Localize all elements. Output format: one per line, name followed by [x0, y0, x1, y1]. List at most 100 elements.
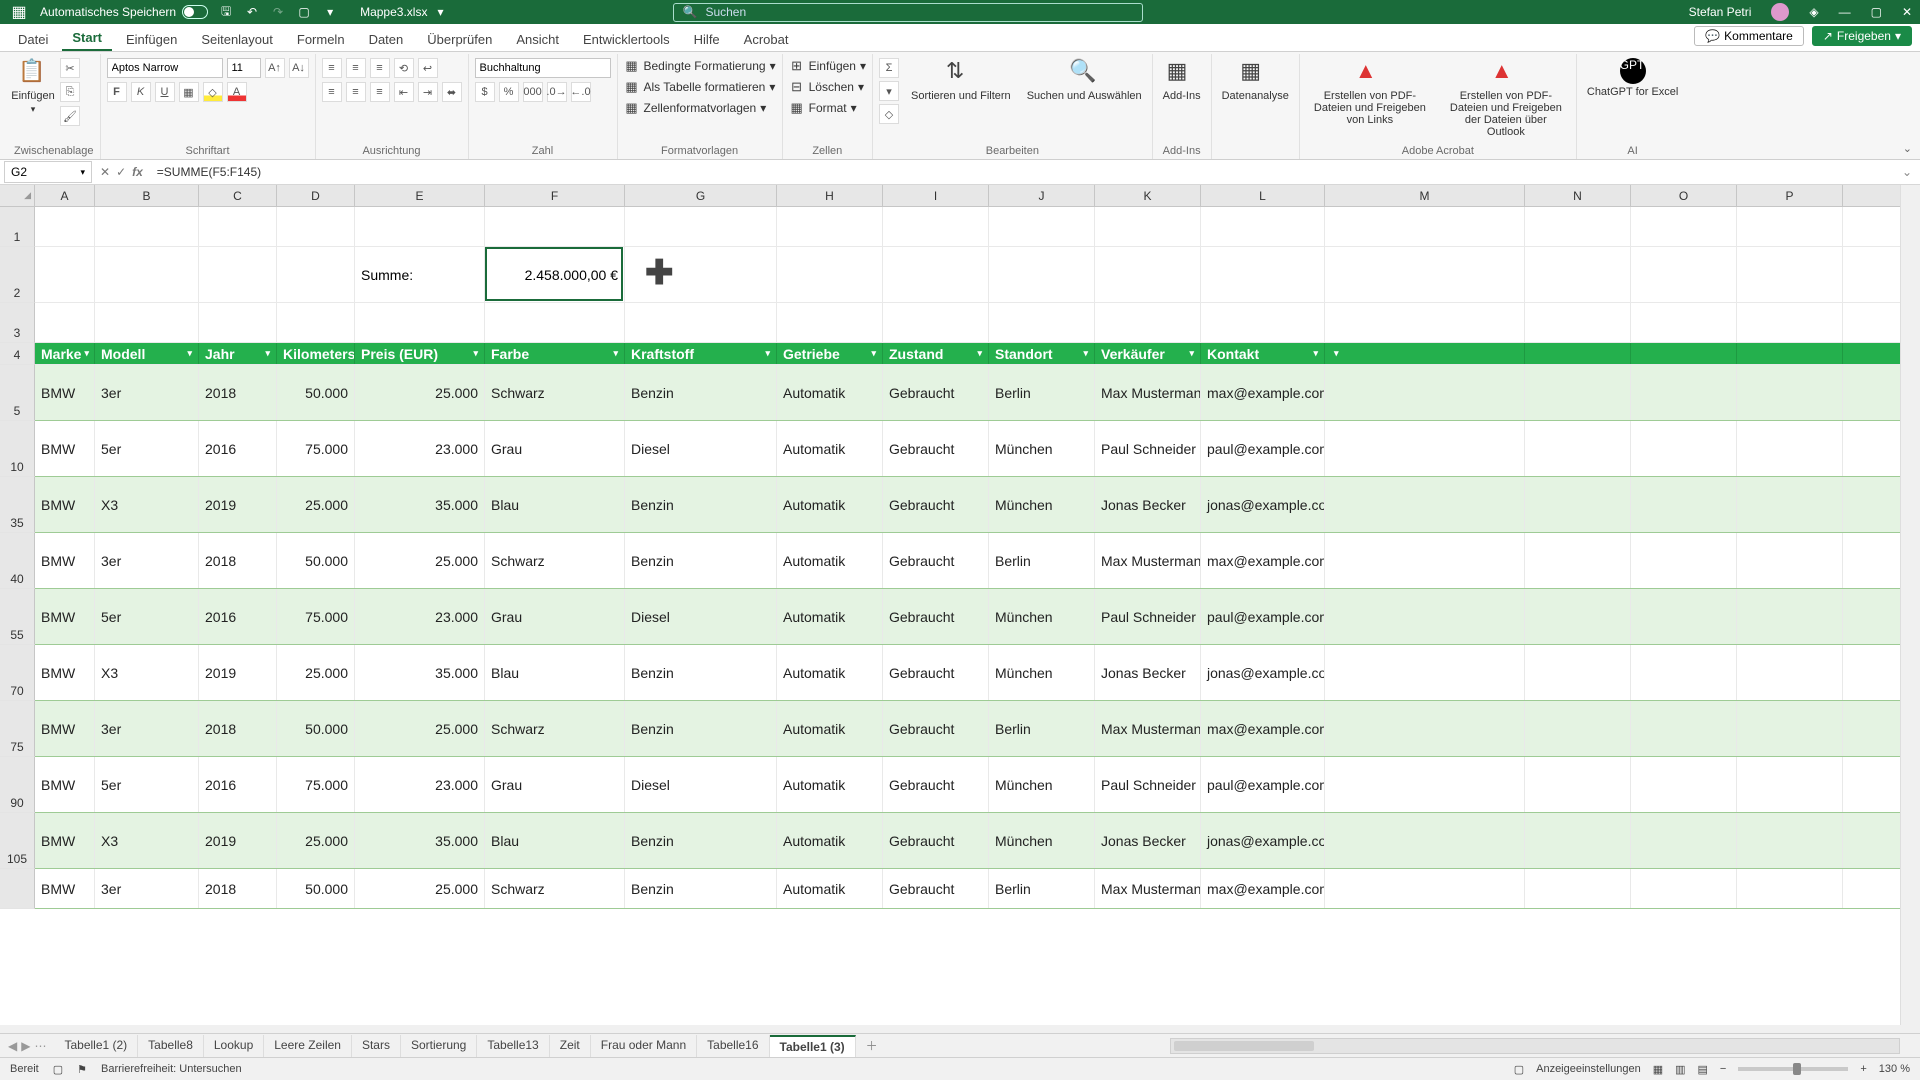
sheet-tab[interactable]: Leere Zeilen	[264, 1035, 352, 1057]
col-header-B[interactable]: B	[95, 185, 199, 206]
cell[interactable]: 50.000	[277, 869, 355, 908]
align-right-icon[interactable]: ≡	[370, 82, 390, 102]
filter-dropdown-icon[interactable]: ▾	[1189, 348, 1194, 359]
menu-tab-entwicklertools[interactable]: Entwicklertools	[573, 28, 680, 51]
cell[interactable]: Kilometerstand▾	[277, 343, 355, 364]
cell[interactable]	[1201, 303, 1325, 342]
cell[interactable]	[1737, 477, 1843, 532]
minimize-icon[interactable]: —	[1839, 5, 1851, 19]
row-header[interactable]: 40	[0, 533, 35, 589]
cell[interactable]: Automatik	[777, 421, 883, 476]
cell[interactable]: Getriebe▾	[777, 343, 883, 364]
cell[interactable]: max@example.com	[1201, 701, 1325, 756]
cell[interactable]: Paul Schneider	[1095, 589, 1201, 644]
cell[interactable]: München	[989, 421, 1095, 476]
sheet-tab[interactable]: Tabelle16	[697, 1035, 769, 1057]
cell[interactable]: Schwarz	[485, 533, 625, 588]
horizontal-scrollbar[interactable]	[1170, 1038, 1900, 1054]
filename-dropdown-icon[interactable]: ▾	[437, 5, 443, 19]
col-header-E[interactable]: E	[355, 185, 485, 206]
cell[interactable]: BMW	[35, 477, 95, 532]
col-header-M[interactable]: M	[1325, 185, 1525, 206]
cell[interactable]: max@example.com	[1201, 533, 1325, 588]
cell[interactable]: 5er	[95, 589, 199, 644]
cell[interactable]	[1631, 701, 1737, 756]
cell[interactable]: München	[989, 645, 1095, 700]
cell[interactable]: jonas@example.com	[1201, 645, 1325, 700]
cell[interactable]: Blau	[485, 477, 625, 532]
cell[interactable]: 3er	[95, 869, 199, 908]
cell[interactable]: Automatik	[777, 645, 883, 700]
align-top-icon[interactable]: ≡	[322, 58, 342, 78]
cell[interactable]: paul@example.com	[1201, 757, 1325, 812]
cell[interactable]	[1525, 303, 1631, 342]
cell[interactable]	[1325, 757, 1525, 812]
col-header-L[interactable]: L	[1201, 185, 1325, 206]
cell[interactable]: München	[989, 813, 1095, 868]
cell[interactable]: 50.000	[277, 365, 355, 420]
cell[interactable]	[1325, 645, 1525, 700]
cell[interactable]	[355, 207, 485, 246]
cell[interactable]: 3er	[95, 533, 199, 588]
name-box[interactable]: G2▾	[4, 161, 92, 183]
col-header-C[interactable]: C	[199, 185, 277, 206]
cell[interactable]	[1325, 869, 1525, 908]
cell[interactable]	[199, 303, 277, 342]
cell[interactable]: Automatik	[777, 365, 883, 420]
chevron-down-icon[interactable]: ▾	[31, 104, 36, 115]
cell[interactable]: 35.000	[355, 477, 485, 532]
cell[interactable]	[95, 247, 199, 302]
cell[interactable]: jonas@example.com	[1201, 477, 1325, 532]
cell[interactable]	[1631, 207, 1737, 246]
cell[interactable]	[883, 303, 989, 342]
cell[interactable]: paul@example.com	[1201, 589, 1325, 644]
cell[interactable]	[35, 207, 95, 246]
username[interactable]: Stefan Petri	[1689, 5, 1752, 19]
cell[interactable]: Automatik	[777, 701, 883, 756]
cell[interactable]: Benzin	[625, 701, 777, 756]
cell[interactable]	[35, 303, 95, 342]
enter-formula-icon[interactable]: ✓	[116, 165, 126, 179]
cell[interactable]	[355, 303, 485, 342]
cell[interactable]: 75.000	[277, 757, 355, 812]
cell[interactable]: Grau	[485, 589, 625, 644]
zoom-slider[interactable]	[1738, 1067, 1848, 1071]
increase-indent-icon[interactable]: ⇥	[418, 82, 438, 102]
cell[interactable]: 2018	[199, 365, 277, 420]
increase-decimal-icon[interactable]: .0→	[547, 82, 567, 102]
cell[interactable]: München	[989, 589, 1095, 644]
cell[interactable]: Gebraucht	[883, 813, 989, 868]
cell[interactable]: Paul Schneider	[1095, 421, 1201, 476]
cell[interactable]: Max Mustermann	[1095, 701, 1201, 756]
cell[interactable]: Max Mustermann	[1095, 365, 1201, 420]
column-headers[interactable]: ABCDEFGHIJKLMNOP	[35, 185, 1900, 207]
cell[interactable]: Benzin	[625, 477, 777, 532]
cell[interactable]	[1737, 701, 1843, 756]
cell[interactable]: Gebraucht	[883, 365, 989, 420]
cell[interactable]	[1737, 645, 1843, 700]
redo-icon[interactable]: ↷	[270, 4, 286, 20]
wrap-text-icon[interactable]: ↩	[418, 58, 438, 78]
cell[interactable]: 25.000	[355, 533, 485, 588]
sheet-tab[interactable]: Sortierung	[401, 1035, 477, 1057]
bold-icon[interactable]: F	[107, 82, 127, 102]
cell[interactable]: 23.000	[355, 589, 485, 644]
sort-filter-button[interactable]: ⇅Sortieren und Filtern	[907, 58, 1015, 102]
comments-button[interactable]: 💬Kommentare	[1694, 26, 1804, 46]
cell[interactable]: 5er	[95, 757, 199, 812]
clear-icon[interactable]: ◇	[879, 104, 899, 124]
align-bottom-icon[interactable]: ≡	[370, 58, 390, 78]
col-header-H[interactable]: H	[777, 185, 883, 206]
sheet-nav-prev-icon[interactable]: ◀	[8, 1039, 17, 1053]
col-header-P[interactable]: P	[1737, 185, 1843, 206]
format-as-table-button[interactable]: ▦Als Tabelle formatieren ▾	[624, 79, 776, 95]
row-headers[interactable]: 1234510354055707590105	[0, 207, 35, 1025]
row-header[interactable]: 10	[0, 421, 35, 477]
new-sheet-icon[interactable]: ＋	[856, 1037, 888, 1054]
menu-tab-einfügen[interactable]: Einfügen	[116, 28, 187, 51]
cell[interactable]: max@example.com	[1201, 365, 1325, 420]
cell[interactable]	[485, 207, 625, 246]
cell[interactable]: Blau	[485, 813, 625, 868]
row-header[interactable]: 3	[0, 303, 35, 343]
cell[interactable]: 2018	[199, 701, 277, 756]
